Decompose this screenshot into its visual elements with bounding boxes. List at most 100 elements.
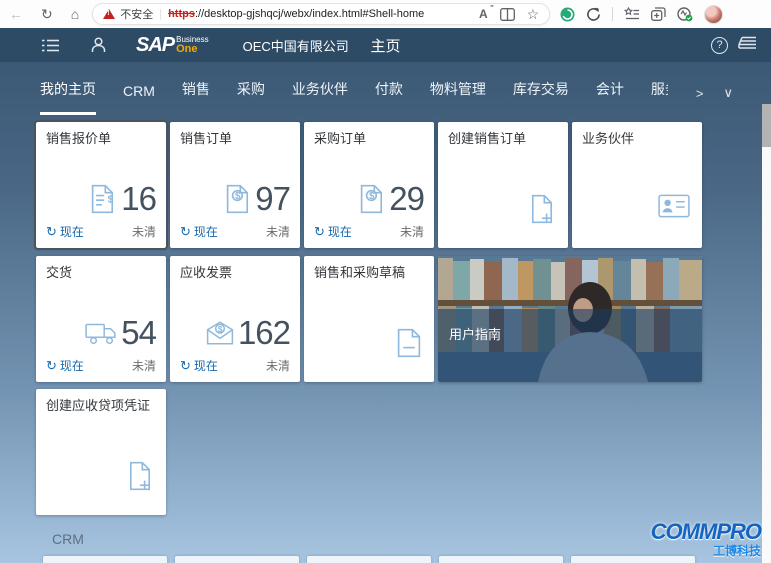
tile-title: 创建销售订单 <box>448 131 527 146</box>
business-partner-card-icon <box>658 194 690 218</box>
svg-text:$: $ <box>235 191 241 202</box>
tab-business-partners[interactable]: 业务伙伴 <box>292 79 348 115</box>
app-header: SAP Business One OEC中国有限公司 主页 ? <box>0 28 771 62</box>
logo-one-text: One <box>176 42 198 55</box>
tile-title: 交货 <box>46 265 73 280</box>
tabs-overflow-icon[interactable]: ∨ <box>723 85 733 101</box>
help-icon[interactable]: ? <box>711 36 728 54</box>
page-scrollbar[interactable] <box>762 104 771 563</box>
security-label: 不安全 <box>120 9 154 21</box>
tile-title: 销售和采购草稿 <box>314 265 406 280</box>
tile-partial[interactable] <box>307 556 431 563</box>
refresh-icon[interactable]: ↻ <box>32 7 62 21</box>
tab-accounting[interactable]: 会计 <box>596 79 624 115</box>
tile-partial[interactable] <box>43 556 167 563</box>
tile-count: 16 <box>121 180 157 217</box>
collections-icon[interactable] <box>624 7 640 21</box>
tab-payments[interactable]: 付款 <box>375 79 403 115</box>
user-icon[interactable] <box>79 37 118 53</box>
tab-stock-transactions[interactable]: 库存交易 <box>513 79 569 115</box>
home-icon[interactable]: ⌂ <box>62 7 88 21</box>
tab-service[interactable]: 服务 <box>651 79 668 115</box>
refresh-now-button[interactable]: ↻ 现在 <box>46 357 84 374</box>
back-icon[interactable]: ← <box>0 7 32 21</box>
tile-create-sales-order[interactable]: 创建销售订单 <box>438 122 568 248</box>
tile-ar-invoice[interactable]: 应收发票 $ 162 ↻ 现在 未清 <box>170 256 300 382</box>
messages-icon[interactable] <box>738 36 757 54</box>
crm-section-header: CRM <box>52 531 84 547</box>
create-document-icon <box>531 194 553 224</box>
tab-purchasing[interactable]: 采购 <box>237 79 265 115</box>
browser-essentials-icon[interactable] <box>677 6 693 22</box>
tab-sales[interactable]: 销售 <box>182 79 210 115</box>
profile-avatar[interactable] <box>704 4 724 24</box>
tile-title: 用户指南 <box>449 327 502 342</box>
tile-refresh-icon: ↻ <box>180 358 191 373</box>
security-warning-icon <box>103 9 116 19</box>
tile-create-ar-credit-memo[interactable]: 创建应收贷项凭证 <box>36 389 166 515</box>
tab-crm[interactable]: CRM <box>123 83 155 115</box>
url-text: ://desktop-gjshqcj/webx/index.html#Shell… <box>194 8 425 20</box>
sales-order-icon: $ <box>227 184 249 214</box>
status-label: 未清 <box>399 225 424 239</box>
extension-green-icon[interactable] <box>560 7 575 22</box>
svg-text:$: $ <box>108 194 114 205</box>
commpro-logo-text: COMMPRO <box>650 519 762 544</box>
tabs-scroll-right-icon[interactable]: > <box>696 86 704 101</box>
tile-count: 29 <box>389 180 425 217</box>
tile-delivery[interactable]: 交货 54 ↻ 现在 未清 <box>36 256 166 382</box>
scrollbar-thumb[interactable] <box>762 104 771 147</box>
tile-refresh-icon: ↻ <box>46 224 57 239</box>
status-label: 未清 <box>265 359 290 373</box>
toolbar-divider <box>612 7 614 21</box>
tile-title: 业务伙伴 <box>582 131 635 146</box>
refresh-now-button[interactable]: ↻ 现在 <box>180 223 218 240</box>
tile-business-partner[interactable]: 业务伙伴 <box>572 122 702 248</box>
svg-text:$: $ <box>369 191 375 202</box>
tile-purchase-order[interactable]: 采购订单 $ 29 ↻ 现在 未清 <box>304 122 434 248</box>
commpro-logo-subtitle: 工博科技 <box>712 544 761 558</box>
browser-toolbar: ← ↻ ⌂ 不安全 | https ://desktop-gjshqcj/web… <box>0 0 771 28</box>
refresh-label: 现在 <box>59 225 84 239</box>
company-name: OEC中国有限公司 <box>242 38 349 54</box>
sap-logo-text: SAP <box>136 33 175 56</box>
status-label: 未清 <box>131 225 156 239</box>
tile-sales-order[interactable]: 销售订单 $ 97 ↻ 现在 未清 <box>170 122 300 248</box>
commpro-logo: COMMPRO 工博科技 <box>650 519 762 558</box>
purchase-order-icon: $ <box>361 184 383 214</box>
url-scheme: https <box>168 8 195 20</box>
refresh-label: 现在 <box>59 359 84 373</box>
tab-my-home[interactable]: 我的主页 <box>40 79 96 115</box>
tile-partial[interactable] <box>571 556 695 563</box>
quotation-document-icon: $ <box>92 184 114 214</box>
tile-partial[interactable] <box>175 556 299 563</box>
refresh-now-button[interactable]: ↻ 现在 <box>180 357 218 374</box>
sap-logo: SAP Business One <box>136 34 209 57</box>
library-photo <box>438 256 702 382</box>
menu-list-icon[interactable] <box>30 39 71 52</box>
tile-refresh-icon: ↻ <box>314 224 325 239</box>
refresh-label: 现在 <box>327 225 352 239</box>
invoice-envelope-icon: $ <box>206 321 234 345</box>
extension-ring-icon[interactable] <box>586 7 601 22</box>
tile-partial[interactable] <box>439 556 563 563</box>
tab-inventory[interactable]: 物料管理 <box>430 79 486 115</box>
tile-user-guide[interactable]: 用户指南 <box>438 256 702 382</box>
refresh-now-button[interactable]: ↻ 现在 <box>314 223 352 240</box>
favorite-star-icon[interactable]: ☆ <box>527 6 540 23</box>
refresh-now-button[interactable]: ↻ 现在 <box>46 223 84 240</box>
address-bar[interactable]: 不安全 | https ://desktop-gjshqcj/webx/inde… <box>92 3 551 25</box>
tile-sales-purchase-drafts[interactable]: 销售和采购草稿 <box>304 256 434 382</box>
tab-groups-icon[interactable] <box>651 7 666 21</box>
draft-document-icon <box>397 328 421 358</box>
toolbar-extensions <box>560 4 724 24</box>
tile-sales-quotation[interactable]: 销售报价单 $ 16 ↻ 现在 未清 <box>34 120 168 250</box>
create-document-icon <box>129 461 151 491</box>
delivery-truck-icon <box>85 323 116 344</box>
tile-title: 销售报价单 <box>46 131 112 146</box>
status-label: 未清 <box>265 225 290 239</box>
tile-title: 采购订单 <box>314 131 367 146</box>
tile-refresh-icon: ↻ <box>180 224 191 239</box>
split-screen-icon[interactable] <box>499 7 515 21</box>
read-aloud-icon[interactable]: A <box>479 5 493 21</box>
